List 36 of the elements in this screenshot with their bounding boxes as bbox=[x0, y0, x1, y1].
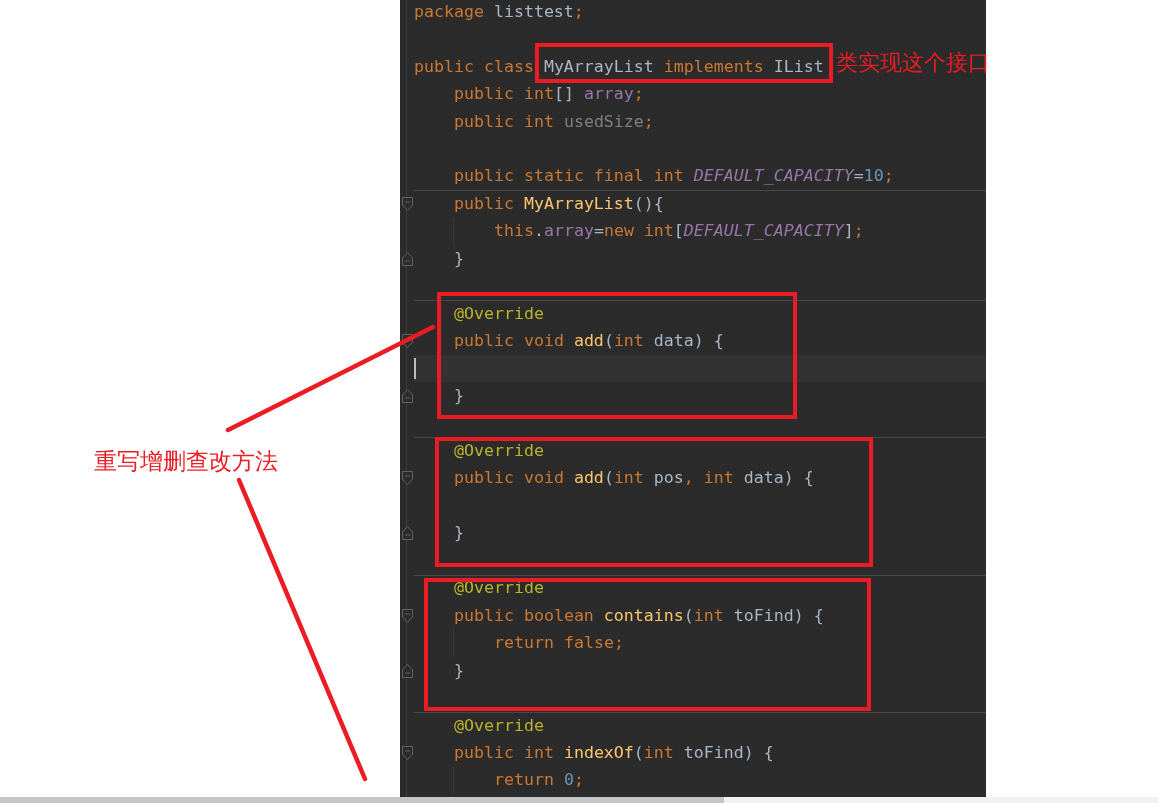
code-line: @Override bbox=[454, 578, 544, 599]
fold-start-icon[interactable] bbox=[401, 608, 413, 623]
code-line: public boolean contains(int toFind) { bbox=[454, 605, 824, 626]
annotation-text: 重写增删查改方法 bbox=[94, 450, 278, 473]
code-line: return 0; bbox=[494, 770, 584, 791]
code-text: MyArrayList implements IList bbox=[543, 56, 824, 77]
scrollbar-thumb[interactable] bbox=[0, 797, 724, 803]
fold-start-icon[interactable] bbox=[401, 745, 413, 760]
scrollbar-track[interactable] bbox=[0, 797, 1158, 803]
code-line: } bbox=[454, 523, 464, 544]
code-line: @Override bbox=[454, 303, 544, 324]
code-editor[interactable] bbox=[400, 0, 986, 797]
fold-end-icon[interactable] bbox=[401, 526, 413, 541]
code-line: package listtest; bbox=[414, 1, 584, 22]
code-text: public class bbox=[414, 56, 534, 77]
code-line: public void add(int data) { bbox=[454, 331, 724, 352]
fold-end-icon[interactable] bbox=[401, 663, 413, 678]
code-line: public void add(int pos, int data) { bbox=[454, 468, 814, 489]
code-line: public static final int DEFAULT_CAPACITY=10; bbox=[454, 166, 894, 187]
code-line: } bbox=[454, 248, 464, 269]
code-line: return false; bbox=[494, 633, 624, 654]
code-line: public int[] array; bbox=[454, 84, 644, 105]
fold-end-icon[interactable] bbox=[401, 389, 413, 404]
code-line: } bbox=[454, 660, 464, 681]
code-line: @Override bbox=[454, 715, 544, 736]
fold-start-icon[interactable] bbox=[401, 196, 413, 211]
fold-start-icon[interactable] bbox=[401, 471, 413, 486]
code-line: } bbox=[454, 386, 464, 407]
fold-start-icon[interactable] bbox=[401, 334, 413, 349]
code-line: public MyArrayList(){ bbox=[454, 193, 664, 214]
text-caret bbox=[414, 358, 416, 380]
code-line: @Override bbox=[454, 440, 544, 461]
fold-end-icon[interactable] bbox=[401, 251, 413, 266]
code-line: this.array=new int[DEFAULT_CAPACITY]; bbox=[494, 221, 864, 242]
code-line: public int indexOf(int toFind) { bbox=[454, 742, 774, 763]
code-line: public int usedSize; bbox=[454, 111, 654, 132]
